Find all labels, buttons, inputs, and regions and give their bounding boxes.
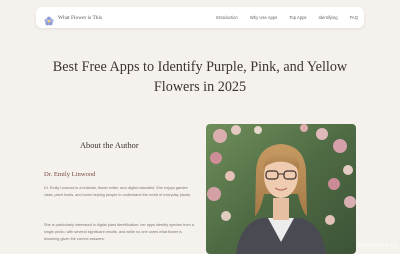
top-navigation: What Flower is This Introduction Why Use… — [36, 7, 364, 28]
flower-icon — [44, 13, 54, 25]
author-portrait — [206, 124, 356, 254]
author-name: Dr. Emily Linwood — [44, 171, 96, 178]
about-author-heading: About the Author — [80, 141, 139, 150]
nav-link-top-apps[interactable]: Top Apps — [289, 15, 306, 20]
page-title: Best Free Apps to Identify Purple, Pink,… — [52, 59, 348, 95]
nav-links: Introduction Why Use Apps Top Apps Ident… — [216, 15, 358, 20]
watermark: seeropens.co — [357, 243, 397, 249]
author-bio-paragraph: Dr. Emily Linwood is a botanist, flower … — [44, 186, 191, 197]
nav-link-faq[interactable]: FAQ — [350, 15, 358, 20]
site-name: What Flower is This — [58, 14, 103, 21]
nav-link-introduction[interactable]: Introduction — [216, 15, 238, 20]
author-bio-paragraph: She is particularly interested in digita… — [44, 223, 194, 241]
nav-link-identifying[interactable]: Identifying — [319, 15, 338, 20]
site-logo[interactable]: What Flower is This — [44, 13, 103, 25]
nav-link-why-use-apps[interactable]: Why Use Apps — [250, 15, 277, 20]
